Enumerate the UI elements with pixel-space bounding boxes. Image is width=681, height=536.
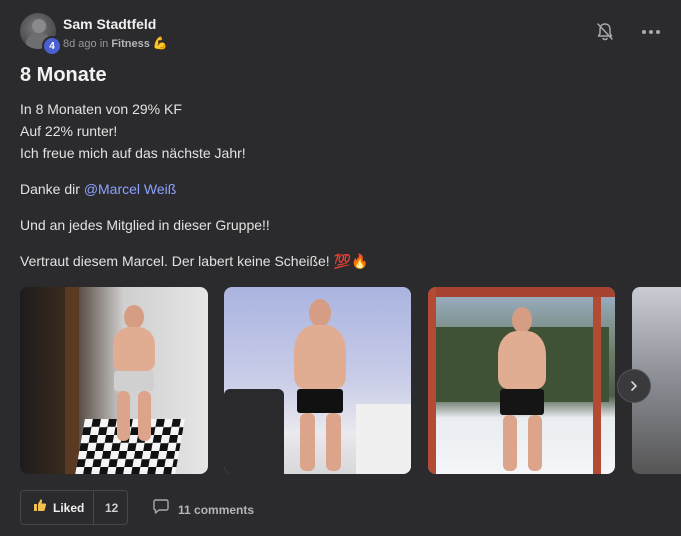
post-body: In 8 Monaten von 29% KF Auf 22% runter! … <box>20 98 620 272</box>
post-time: 8d ago in <box>63 38 109 50</box>
author-name[interactable]: Sam Stadtfeld <box>63 16 156 32</box>
like-button[interactable]: Liked <box>21 491 93 524</box>
thumbs-up-icon <box>33 498 47 517</box>
category-link[interactable]: Fitness <box>111 38 150 50</box>
gallery-photo[interactable] <box>428 287 615 474</box>
post-actions: Liked 12 11 comments <box>20 490 660 526</box>
more-horizontal-icon[interactable] <box>641 22 661 42</box>
thanks-line: Danke dir @Marcel Weiß <box>20 178 620 200</box>
category-emoji: 💪 <box>152 36 168 50</box>
like-count[interactable]: 12 <box>94 501 118 515</box>
comments-label: 11 comments <box>178 502 255 517</box>
post-card: 4 Sam Stadtfeld 8d ago in Fitness 💪 8 Mo… <box>0 0 681 536</box>
image-gallery <box>20 287 681 474</box>
gallery-photo[interactable] <box>224 287 411 474</box>
body-line: Auf 22% runter! <box>20 123 118 139</box>
user-mention-link[interactable]: @Marcel Weiß <box>84 181 177 197</box>
chevron-right-icon[interactable] <box>617 369 651 403</box>
post-title: 8 Monate <box>20 64 107 86</box>
body-line: Und an jedes Mitglied in dieser Gruppe!! <box>20 217 270 233</box>
level-badge: 4 <box>42 36 62 56</box>
post-header: 4 Sam Stadtfeld 8d ago in Fitness 💪 <box>20 13 661 56</box>
like-label: Liked <box>53 500 85 515</box>
body-line: In 8 Monaten von 29% KF <box>20 101 182 117</box>
body-line: Vertraut diesem Marcel. Der labert keine… <box>20 253 369 269</box>
comments-button[interactable]: 11 comments <box>152 499 254 520</box>
gallery-photo[interactable] <box>20 287 208 474</box>
like-button-group: Liked 12 <box>20 490 128 525</box>
bell-icon[interactable] <box>596 22 614 42</box>
thanks-text: Danke dir <box>20 181 84 197</box>
post-meta: 8d ago in Fitness 💪 <box>63 36 168 50</box>
comment-icon <box>152 499 170 520</box>
body-line: Ich freue mich auf das nächste Jahr! <box>20 145 246 161</box>
